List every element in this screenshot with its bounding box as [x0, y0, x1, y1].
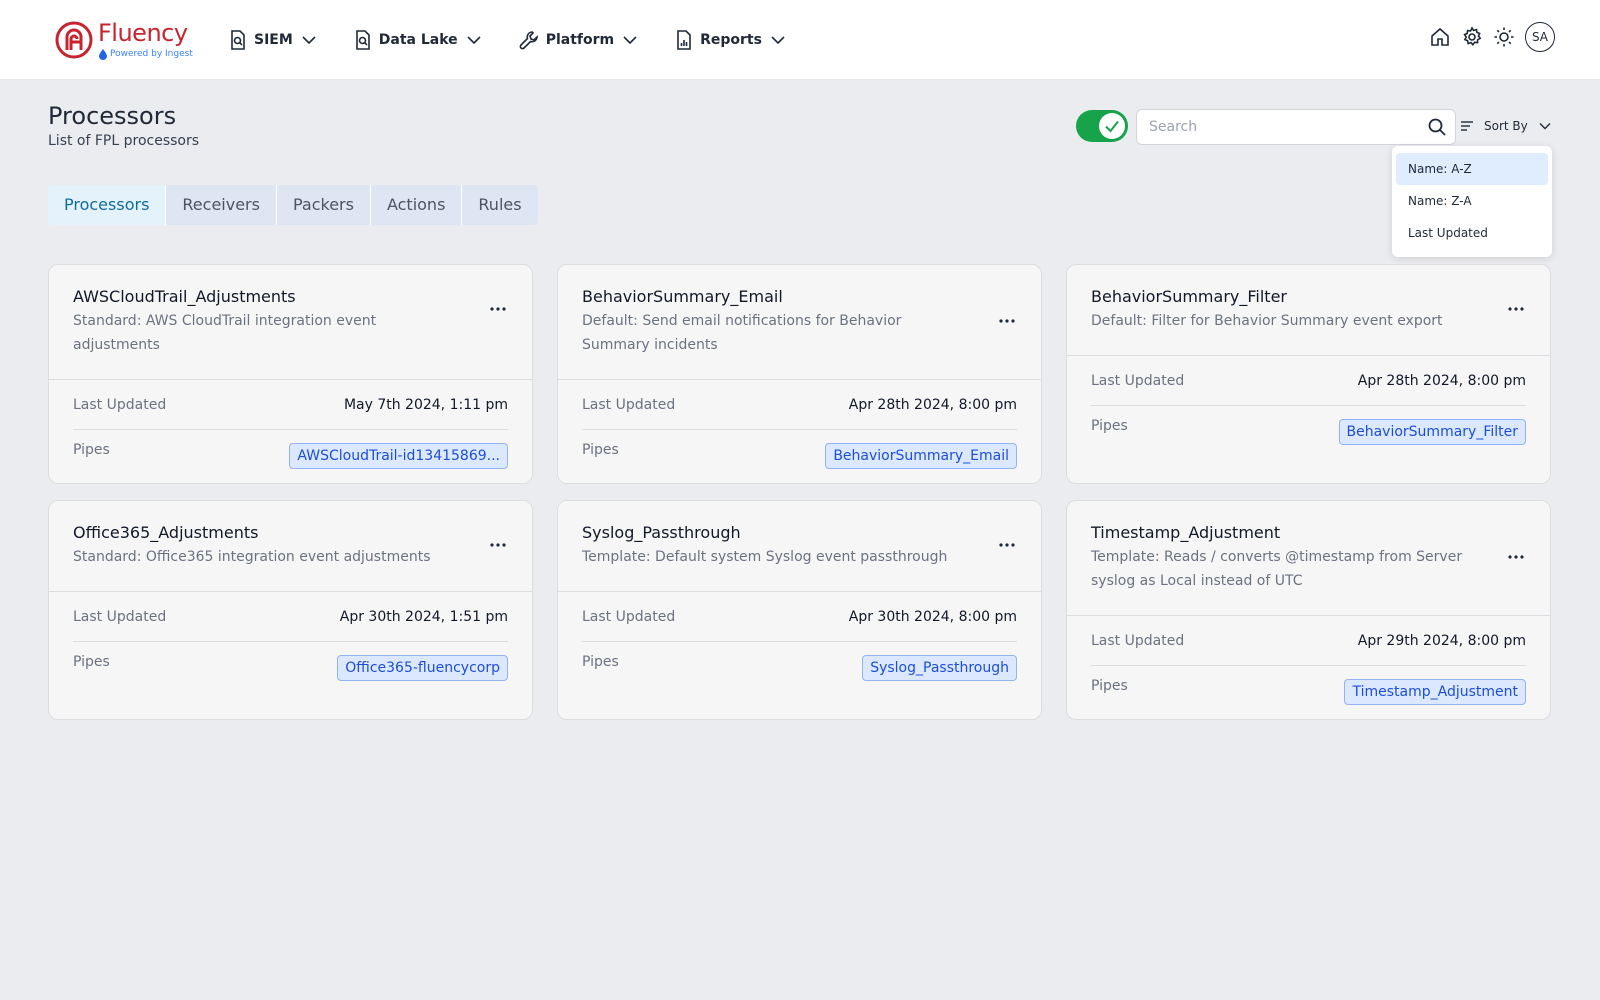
card-description: Template: Default system Syslog event pa… [582, 549, 948, 565]
last-updated-label: Last Updated [1091, 372, 1185, 389]
card-description: Standard: Office365 integration event ad… [73, 549, 431, 565]
sun-theme-icon[interactable] [1493, 26, 1515, 48]
page-title: Processors [48, 102, 177, 130]
search-doc-icon [231, 30, 245, 50]
last-updated-label: Last Updated [582, 608, 676, 625]
card-description: Default: Send email notifications for Be… [582, 313, 902, 353]
pipe-badge[interactable]: Syslog_Passthrough [862, 655, 1017, 681]
report-icon [677, 30, 691, 50]
nav-siem[interactable]: SIEM [228, 22, 329, 58]
filter-toggle[interactable] [1076, 110, 1128, 142]
tab-packers[interactable]: Packers [277, 185, 371, 225]
search-input[interactable] [1137, 110, 1417, 144]
processor-card[interactable]: Office365_Adjustments Standard: Office36… [48, 500, 533, 720]
sort-option-last-updated[interactable]: Last Updated [1396, 217, 1548, 249]
droplet-icon [99, 48, 107, 60]
chevron-down-icon [1539, 123, 1551, 130]
check-icon [1105, 120, 1119, 133]
chevron-down-icon [771, 36, 785, 45]
pipe-badge[interactable]: Office365-fluencycorp [337, 655, 508, 681]
main-nav: SIEM Data Lake Platform Reports [228, 22, 822, 58]
last-updated-label: Last Updated [1091, 632, 1185, 649]
chevron-down-icon [467, 36, 481, 45]
search-box [1136, 109, 1456, 145]
header-actions: SA [1429, 22, 1555, 52]
pipes-label: Pipes [1091, 418, 1128, 434]
nav-reports[interactable]: Reports [674, 22, 798, 58]
last-updated-value: Apr 30th 2024, 8:00 pm [848, 608, 1017, 625]
sort-option-name-asc[interactable]: Name: A-Z [1396, 153, 1548, 185]
brand-name: Fluency [98, 18, 188, 47]
page-subtitle: List of FPL processors [48, 133, 200, 149]
sort-by-label: Sort By [1484, 119, 1528, 133]
pipe-badge[interactable]: AWSCloudTrail-id13415869... [289, 443, 508, 469]
brand-tagline: Powered by Ingest [110, 48, 193, 59]
last-updated-label: Last Updated [582, 396, 676, 413]
card-description: Standard: AWS CloudTrail integration eve… [73, 313, 377, 353]
home-icon[interactable] [1429, 26, 1451, 48]
more-options-icon[interactable] [997, 311, 1017, 331]
more-options-icon[interactable] [1506, 547, 1526, 567]
card-title: BehaviorSummary_Filter [1091, 287, 1287, 306]
card-title: Office365_Adjustments [73, 523, 259, 542]
last-updated-label: Last Updated [73, 608, 167, 625]
last-updated-value: Apr 28th 2024, 8:00 pm [848, 396, 1017, 413]
tab-rules[interactable]: Rules [462, 185, 537, 225]
pipes-label: Pipes [73, 654, 110, 670]
more-options-icon[interactable] [1506, 299, 1526, 319]
pipe-badge[interactable]: BehaviorSummary_Email [825, 443, 1017, 469]
nav-data-lake[interactable]: Data Lake [353, 22, 494, 58]
gear-icon[interactable] [1461, 26, 1483, 48]
processor-card[interactable]: AWSCloudTrail_Adjustments Standard: AWS … [48, 264, 533, 484]
sort-lines-icon [1461, 121, 1473, 131]
card-description: Template: Reads / converts @timestamp fr… [1091, 549, 1463, 589]
fluency-logo-icon [55, 21, 93, 59]
sort-option-name-desc[interactable]: Name: Z-A [1396, 185, 1548, 217]
search-icon[interactable] [1427, 117, 1447, 137]
fluency-logo[interactable]: Fluency Powered by Ingest [54, 18, 193, 62]
user-avatar[interactable]: SA [1525, 22, 1555, 52]
tab-receivers[interactable]: Receivers [166, 185, 277, 225]
pipes-label: Pipes [582, 654, 619, 670]
top-navbar: Fluency Powered by Ingest SIEM Data Lake… [0, 0, 1600, 80]
pipes-label: Pipes [73, 442, 110, 458]
more-options-icon[interactable] [488, 535, 508, 555]
processor-card[interactable]: Timestamp_Adjustment Template: Reads / c… [1066, 500, 1551, 720]
search-doc-icon [355, 30, 370, 50]
last-updated-value: May 7th 2024, 1:11 pm [343, 396, 508, 413]
wrench-icon [519, 31, 538, 50]
last-updated-value: Apr 28th 2024, 8:00 pm [1357, 372, 1526, 389]
tab-actions[interactable]: Actions [371, 185, 463, 225]
card-title: Timestamp_Adjustment [1091, 523, 1281, 542]
pipe-badge[interactable]: Timestamp_Adjustment [1344, 679, 1526, 705]
card-title: Syslog_Passthrough [582, 523, 741, 542]
pipe-badge[interactable]: BehaviorSummary_Filter [1338, 419, 1526, 445]
card-description: Default: Filter for Behavior Summary eve… [1091, 313, 1443, 329]
pipes-label: Pipes [1091, 678, 1128, 694]
nav-platform[interactable]: Platform [518, 22, 650, 58]
card-title: AWSCloudTrail_Adjustments [73, 287, 296, 306]
chevron-down-icon [302, 36, 316, 45]
sort-by-button[interactable]: Sort By [1460, 114, 1552, 138]
processor-card[interactable]: BehaviorSummary_Filter Default: Filter f… [1066, 264, 1551, 484]
sort-dropdown-menu: Name: A-Z Name: Z-A Last Updated [1392, 146, 1552, 257]
processor-card[interactable]: Syslog_Passthrough Template: Default sys… [557, 500, 1042, 720]
processor-card[interactable]: BehaviorSummary_Email Default: Send emai… [557, 264, 1042, 484]
last-updated-label: Last Updated [73, 396, 167, 413]
chevron-down-icon [623, 36, 637, 45]
pipes-label: Pipes [582, 442, 619, 458]
category-tabs: Processors Receivers Packers Actions Rul… [48, 185, 538, 225]
more-options-icon[interactable] [488, 299, 508, 319]
last-updated-value: Apr 30th 2024, 1:51 pm [339, 608, 508, 625]
last-updated-value: Apr 29th 2024, 8:00 pm [1357, 632, 1526, 649]
card-title: BehaviorSummary_Email [582, 287, 783, 306]
more-options-icon[interactable] [997, 535, 1017, 555]
tab-processors[interactable]: Processors [48, 185, 167, 225]
